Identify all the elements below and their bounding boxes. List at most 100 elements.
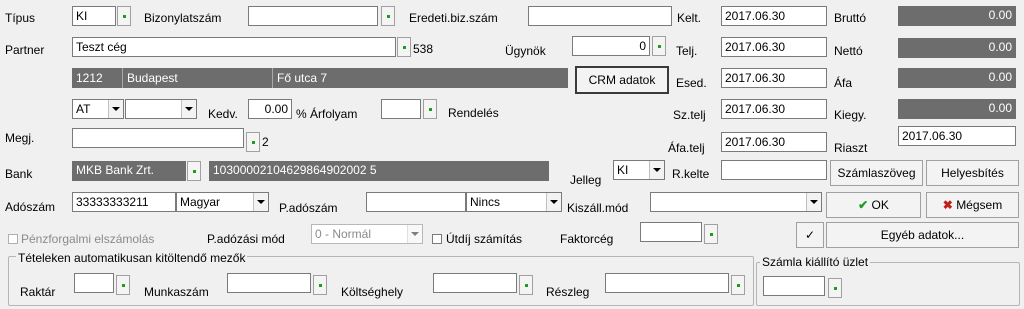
nincs-select[interactable]: Nincs [466,192,562,212]
penzforgalmi-checkbox[interactable] [8,234,18,244]
address-city: Budapest [127,71,178,85]
egyeb-adatok-button[interactable]: Egyéb adatok... [826,222,1019,248]
chevron-down-icon[interactable] [181,100,196,118]
cross-icon: ✖ [942,198,953,212]
currency2-select[interactable] [125,99,197,119]
label-ugynok: Ügynök [505,44,546,58]
label-padozasi: P.adózási mód [207,232,285,246]
tipus-lookup-button[interactable] [117,6,131,26]
koltseghely-input[interactable] [433,273,517,293]
bizonylatszam-lookup-button[interactable] [381,6,395,26]
megsem-label: Mégsem [956,198,1003,212]
ok-button[interactable]: ✔ OK [826,192,921,218]
label-brutto: Bruttó [834,11,867,25]
label-riaszt: Riaszt [834,141,868,155]
padozasi-select[interactable]: 0 - Normál [311,224,423,244]
chevron-down-icon[interactable] [108,100,123,118]
label-utdij: Útdíj számítás [446,232,523,246]
label-esed: Esed. [676,76,707,90]
label-bizonylatszam: Bizonylatszám [144,11,222,25]
esed-date-input[interactable]: 2017.06.30 [721,68,827,88]
ugynok-lookup-button[interactable] [652,36,666,56]
label-reszleg: Részleg [546,285,590,299]
szteli-date-input[interactable]: 2017.06.30 [721,99,827,119]
helyesbites-button[interactable]: Helyesbítés [926,160,1019,186]
label-padoszam: P.adószám [279,201,338,215]
crm-adatok-button[interactable]: CRM adatok [575,66,669,94]
partner-input[interactable]: Teszt cég [72,37,396,57]
megjegyzes-input[interactable] [72,128,244,148]
arfolyam-lookup-button[interactable] [423,99,437,119]
nationality-value: Magyar [180,195,221,209]
chevron-down-icon[interactable] [806,193,821,211]
nationality-select[interactable]: Magyar [176,192,269,212]
ok-label: OK [871,198,889,212]
label-adoszam: Adószám [5,200,56,214]
label-szamla-kiallito: Számla kiállító üzlet [760,255,871,269]
label-afa: Áfa [834,76,853,90]
label-jelleg: Jelleg [570,173,602,187]
label-tipus: Típus [5,11,36,25]
faktorceg-lookup-button[interactable] [704,224,718,244]
koltseghely-lookup-button[interactable] [519,275,533,295]
reszleg-lookup-button[interactable] [731,275,745,295]
afatelj-date-input[interactable]: 2017.06.30 [721,132,827,152]
brutto-value: 0.00 [898,6,1016,26]
telj-date-input[interactable]: 2017.06.30 [721,37,827,57]
arfolyam-input[interactable] [381,99,421,119]
chevron-down-icon[interactable] [649,161,664,179]
jelleg-select[interactable]: KI [613,160,665,180]
padoszam-input[interactable] [366,192,466,212]
label-arfolyam: % Árfolyam [296,107,358,121]
label-kelt: Kelt. [677,11,702,25]
ugynok-input[interactable]: 0 [572,36,650,56]
kelt-date-input[interactable]: 2017.06.30 [721,6,827,26]
utdij-checkbox[interactable] [432,234,442,244]
label-megj: Megj. [5,131,35,145]
szamlaszoveg-button[interactable]: Számlaszöveg [830,160,923,186]
nincs-value: Nincs [470,195,501,209]
label-penzforgalmi: Pénzforgalmi elszámolás [21,232,155,246]
address-zip: 1212 [76,71,103,85]
munkaszam-lookup-button[interactable] [313,275,327,295]
reszleg-input[interactable] [605,273,729,293]
label-munkaszam: Munkaszám [144,285,209,299]
riaszt-date-input[interactable]: 2017.06.30 [898,126,1016,146]
kedvezmeny-input[interactable]: 0.00 [248,99,292,119]
label-koltseghely: Költséghely [341,285,404,299]
munkaszam-input[interactable] [227,273,311,293]
adoszam-input[interactable]: 33333333211 [72,192,176,212]
raktar-lookup-button[interactable] [116,275,130,295]
megjegyzes-lookup-button[interactable] [246,132,260,152]
check-button[interactable]: ✓ [796,222,824,248]
uzlet-input[interactable] [763,276,825,296]
bank-account-field: 10300002104629864902002 5 [209,161,549,181]
jelleg-value: KI [617,163,629,177]
chevron-down-icon[interactable] [546,193,561,211]
check-icon: ✔ [858,198,869,212]
rkelte-date-input[interactable] [721,160,827,180]
padozasi-value: 0 - Normál [315,227,372,241]
chevron-down-icon[interactable] [253,193,268,211]
kiszallmod-select[interactable] [650,192,822,212]
eredeti-bizszam-input[interactable] [528,6,672,26]
partner-count: 538 [413,42,434,56]
label-bank: Bank [5,167,33,181]
label-rendeles: Rendelés [448,106,499,120]
label-teteleken: Tételeken automatikusan kitöltendő mezők [16,251,248,265]
megsem-button[interactable]: ✖ Mégsem [926,192,1019,218]
faktorceg-input[interactable] [640,222,702,242]
uzlet-lookup-button[interactable] [828,278,842,298]
chevron-down-icon[interactable] [407,225,422,243]
label-afatelj: Áfa.telj [668,141,705,155]
partner-lookup-button[interactable] [397,37,411,57]
raktar-input[interactable] [74,273,114,293]
label-eredeti: Eredeti.biz.szám [409,11,498,25]
bizonylatszam-input[interactable] [248,6,378,26]
label-szteli: Sz.telj [673,108,706,122]
bank-lookup-button[interactable] [187,161,201,181]
netto-value: 0.00 [898,38,1016,58]
label-kedv: Kedv. [208,107,238,121]
currency-select[interactable]: AT [72,99,124,119]
tipus-input[interactable]: KI [72,6,116,26]
